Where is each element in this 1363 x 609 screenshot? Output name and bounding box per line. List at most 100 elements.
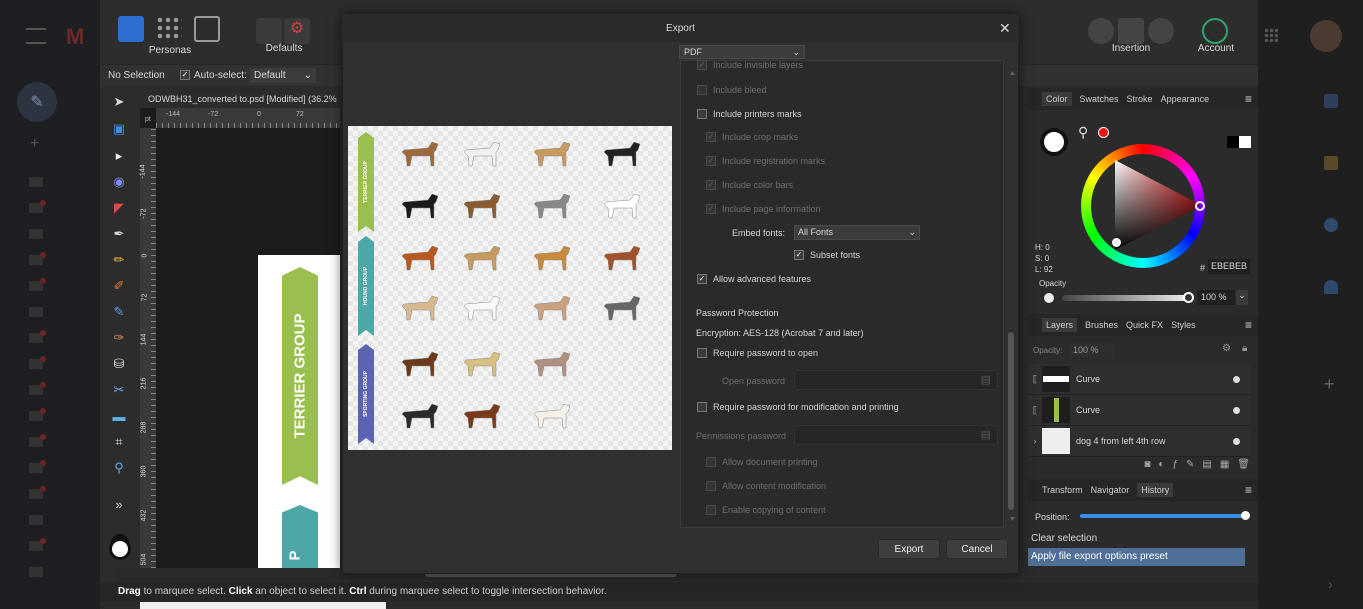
fill-stroke-swatch-icon[interactable]	[1040, 128, 1068, 156]
options-scrollbar[interactable]: ▲ ▼	[1006, 64, 1016, 584]
permissions-password-input[interactable]: ▤	[794, 425, 998, 445]
layer-row[interactable]: ⟦ Curve	[1028, 395, 1250, 426]
panel-menu-icon[interactable]: ≡	[1245, 318, 1252, 332]
include-page-info-checkbox[interactable]: ✓	[706, 204, 716, 214]
include-color-bars-checkbox[interactable]: ✓	[706, 180, 716, 190]
allow-advanced-checkbox[interactable]: ✓	[697, 274, 707, 284]
designer-persona-icon[interactable]	[118, 16, 144, 42]
history-position-slider[interactable]	[1080, 514, 1246, 518]
tab-transform[interactable]: Transform	[1042, 485, 1083, 495]
include-registration-marks-checkbox[interactable]: ✓	[706, 156, 716, 166]
layer-row[interactable]: ⟦ Curve	[1028, 364, 1250, 395]
allow-modification-checkbox[interactable]	[706, 481, 716, 491]
insert-inside-icon[interactable]	[1118, 18, 1144, 44]
label-icon[interactable]	[29, 538, 46, 551]
opacity-input[interactable]: 100 %	[1197, 290, 1235, 305]
tab-navigator[interactable]: Navigator	[1091, 485, 1130, 495]
tasks-icon[interactable]	[1324, 218, 1338, 232]
label-icon[interactable]	[29, 252, 46, 265]
embed-fonts-dropdown[interactable]: All Fonts ⌄	[794, 225, 920, 240]
vector-brush-icon[interactable]: ✐	[109, 277, 129, 295]
defaults-snap-icon[interactable]	[256, 18, 282, 44]
chevron-right-icon[interactable]: ›	[1328, 576, 1333, 592]
opacity-slider[interactable]	[1062, 295, 1188, 301]
layer-expand-icon[interactable]: ›	[1028, 436, 1042, 446]
brush-tool-icon[interactable]: ✑	[109, 329, 129, 347]
layer-row[interactable]: › dog 4 from left 4th row	[1028, 426, 1250, 457]
hue-handle[interactable]	[1195, 201, 1205, 211]
tab-stroke[interactable]: Stroke	[1127, 94, 1153, 104]
enable-copying-checkbox[interactable]	[706, 505, 716, 515]
open-password-input[interactable]: ▤	[794, 370, 998, 390]
compose-icon[interactable]: ✎	[17, 82, 57, 122]
pencil-tool-icon[interactable]: ✏	[109, 251, 129, 269]
label-icon[interactable]	[29, 278, 46, 291]
add-layer-icon[interactable]: ▤	[1202, 459, 1211, 473]
export-button[interactable]: Export	[878, 539, 940, 559]
subset-fonts-checkbox[interactable]: ✓	[794, 250, 804, 260]
plus-icon[interactable]: +	[30, 135, 39, 153]
paint-bucket-icon[interactable]: ⛁	[109, 355, 129, 373]
panel-menu-icon[interactable]: ≡	[1245, 92, 1252, 106]
pixel-persona-icon[interactable]	[156, 16, 182, 42]
more-tools-icon[interactable]: »	[109, 495, 129, 513]
close-icon[interactable]: ✕	[999, 20, 1011, 37]
include-printers-marks-checkbox[interactable]	[697, 109, 707, 119]
tab-layers[interactable]: Layers	[1042, 318, 1078, 332]
document-tab[interactable]: ODWBH31_converted to.psd [Modified] (36.…	[140, 92, 340, 108]
tab-brushes[interactable]: Brushes	[1085, 320, 1118, 330]
tab-swatches[interactable]: Swatches	[1080, 94, 1119, 104]
tab-styles[interactable]: Styles	[1171, 320, 1196, 330]
hex-input[interactable]: EBEBEB	[1208, 259, 1250, 274]
mask-icon[interactable]: ◙	[1144, 459, 1150, 473]
tab-color[interactable]: Color	[1042, 92, 1072, 106]
point-transform-icon[interactable]: ◉	[109, 173, 129, 191]
label-icon[interactable]	[29, 356, 46, 369]
color-picker-icon[interactable]: ⚲	[109, 459, 129, 477]
gear-icon[interactable]: ⚙	[1222, 343, 1231, 354]
format-dropdown[interactable]: PDF ⌄	[679, 45, 805, 59]
auto-select-dropdown[interactable]: Default ⌄	[250, 68, 316, 83]
chevron-down-icon[interactable]: ⌄	[1236, 290, 1248, 305]
pen-tool-icon[interactable]: ✒	[109, 225, 129, 243]
visibility-dot-icon[interactable]	[1233, 375, 1240, 383]
layer-expand-icon[interactable]: ⟦	[1028, 374, 1042, 385]
include-crop-marks-checkbox[interactable]: ✓	[706, 132, 716, 142]
label-icon[interactable]	[29, 408, 46, 421]
gear-icon[interactable]: ⚙	[284, 18, 310, 44]
label-icon[interactable]	[29, 200, 46, 213]
visibility-dot-icon[interactable]	[1233, 437, 1240, 445]
delete-icon[interactable]: 🗑︎	[1237, 459, 1250, 473]
visibility-dot-icon[interactable]	[1233, 406, 1240, 414]
label-icon[interactable]	[29, 515, 43, 525]
include-bleed-checkbox[interactable]	[697, 85, 707, 95]
fx-icon[interactable]: ƒ	[1172, 459, 1178, 473]
move-tool-icon[interactable]: ➤	[109, 93, 129, 111]
include-invisible-checkbox[interactable]: ✓	[697, 60, 707, 70]
contacts-icon[interactable]	[1324, 280, 1338, 294]
auto-select-checkbox[interactable]: ✓	[180, 70, 190, 80]
layer-expand-icon[interactable]: ⟦	[1028, 405, 1042, 416]
group-icon[interactable]: ▦	[1220, 459, 1229, 473]
label-icon[interactable]	[29, 229, 43, 239]
account-icon[interactable]	[1202, 18, 1228, 44]
node-tool-icon[interactable]: ▸	[109, 147, 129, 165]
label-icon[interactable]	[29, 460, 46, 473]
color-swatch-icon[interactable]	[109, 538, 131, 560]
brush-layer-icon[interactable]: ✎	[1186, 459, 1194, 473]
eyedropper-icon[interactable]: ⚲	[1078, 124, 1088, 141]
fill-tool-icon[interactable]: ✎	[109, 303, 129, 321]
options-scrollbar-thumb[interactable]	[1008, 332, 1014, 510]
artboard[interactable]: TERRIER GROUP P	[258, 255, 340, 568]
color-mode-icon[interactable]	[1227, 136, 1251, 148]
lock-icon[interactable]: 🔒︎	[1242, 343, 1247, 354]
add-addon-icon[interactable]: +	[1324, 374, 1335, 395]
tab-quick-fx[interactable]: Quick FX	[1126, 320, 1163, 330]
transparency-tool-icon[interactable]: ✂	[109, 381, 129, 399]
corner-tool-icon[interactable]: ◤	[109, 199, 129, 217]
label-icon[interactable]	[29, 486, 46, 499]
apps-grid-icon[interactable]	[1264, 28, 1278, 42]
shade-handle[interactable]	[1112, 238, 1121, 247]
allow-printing-checkbox[interactable]	[706, 457, 716, 467]
label-icon[interactable]	[29, 307, 43, 317]
